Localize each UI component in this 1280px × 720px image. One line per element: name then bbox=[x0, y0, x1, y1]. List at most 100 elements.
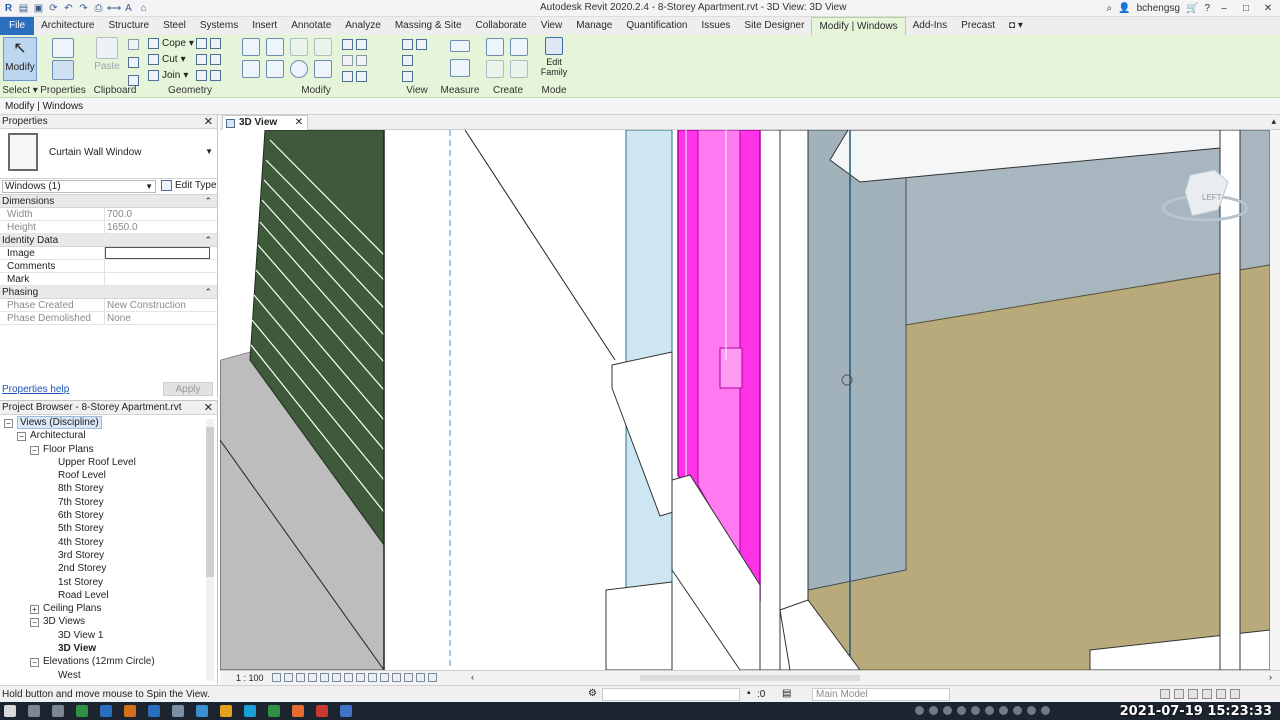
app-icon-5[interactable] bbox=[172, 705, 184, 717]
shadows-icon[interactable] bbox=[308, 673, 317, 682]
modify-button[interactable]: ↖ Modify bbox=[3, 37, 37, 81]
tree-3d-view[interactable]: 3D View bbox=[0, 642, 206, 655]
app-icon-3[interactable] bbox=[124, 705, 136, 717]
visual-style-icon[interactable] bbox=[284, 673, 293, 682]
sync-icon[interactable]: ⟳ bbox=[47, 2, 60, 15]
view-tools-row-1[interactable] bbox=[402, 39, 427, 50]
browser-scrollbar[interactable] bbox=[206, 419, 214, 681]
type-dropdown-icon[interactable]: ▼ bbox=[205, 147, 213, 156]
properties-help-link[interactable]: Properties help bbox=[2, 384, 69, 395]
tree-3rd-storey[interactable]: 3rd Storey bbox=[0, 549, 206, 562]
tree-views-discipline[interactable]: − Views (Discipline) bbox=[0, 416, 206, 429]
tree-2nd-storey[interactable]: 2nd Storey bbox=[0, 562, 206, 575]
offset-icon[interactable] bbox=[266, 38, 284, 56]
revit-logo-icon[interactable]: R bbox=[2, 2, 15, 15]
tree-3d-views[interactable]: −3D Views bbox=[0, 615, 206, 628]
tab-site-designer[interactable]: Site Designer bbox=[737, 17, 811, 35]
search-icon[interactable]: ⌕ bbox=[1107, 3, 1113, 14]
lock-view-icon[interactable] bbox=[356, 673, 365, 682]
drag-elements-icon[interactable] bbox=[1216, 689, 1226, 699]
section-phasing[interactable]: Phasing ⌃ bbox=[0, 286, 217, 299]
tray-icon[interactable] bbox=[1041, 706, 1050, 715]
help-icon[interactable]: ? bbox=[1204, 3, 1210, 14]
render-icon[interactable] bbox=[320, 673, 329, 682]
analysis-display-icon[interactable] bbox=[404, 673, 413, 682]
sun-path-icon[interactable] bbox=[296, 673, 305, 682]
create-parts-icon[interactable] bbox=[510, 38, 528, 56]
app-icon-6[interactable] bbox=[196, 705, 208, 717]
design-option-select[interactable]: Main Model bbox=[812, 688, 950, 701]
join-button[interactable]: Join ▾ bbox=[148, 70, 188, 81]
scroll-left-icon[interactable]: ‹ bbox=[471, 672, 474, 682]
tray-icon[interactable] bbox=[999, 706, 1008, 715]
tab-analyze[interactable]: Analyze bbox=[338, 17, 388, 35]
tab-systems[interactable]: Systems bbox=[193, 17, 245, 35]
filter-icon[interactable] bbox=[1230, 689, 1240, 699]
measure-icon[interactable]: ⟷ bbox=[107, 2, 121, 15]
tree-4th-storey[interactable]: 4th Storey bbox=[0, 536, 206, 549]
scroll-right-icon[interactable]: › bbox=[1269, 672, 1272, 682]
dimension-icon[interactable] bbox=[450, 59, 470, 77]
select-links-icon[interactable] bbox=[1160, 689, 1170, 699]
tray-icon[interactable] bbox=[915, 706, 924, 715]
tree-7th-storey[interactable]: 7th Storey bbox=[0, 496, 206, 509]
mirror-axis-icon[interactable] bbox=[290, 38, 308, 56]
design-options-icon[interactable]: ▤ bbox=[782, 688, 791, 699]
reveal-hidden-icon[interactable] bbox=[380, 673, 389, 682]
view-tabs-menu-icon[interactable]: ▴ bbox=[1271, 116, 1276, 127]
tab-steel[interactable]: Steel bbox=[156, 17, 193, 35]
app-icon-10[interactable] bbox=[316, 705, 328, 717]
measure-between-icon[interactable] bbox=[450, 40, 470, 52]
select-by-face-icon[interactable] bbox=[1202, 689, 1212, 699]
comments-field[interactable] bbox=[105, 260, 217, 272]
app-icon-8[interactable] bbox=[268, 705, 280, 717]
tab-architecture[interactable]: Architecture bbox=[34, 17, 101, 35]
tab-quantification[interactable]: Quantification bbox=[619, 17, 694, 35]
highlight-displacement-icon[interactable] bbox=[416, 673, 425, 682]
text-icon[interactable]: A bbox=[122, 2, 135, 15]
select-panel-label[interactable]: Select ▾ bbox=[0, 85, 40, 96]
close-view-tab-icon[interactable]: ✕ bbox=[295, 116, 303, 130]
properties-palette-icon[interactable] bbox=[52, 60, 74, 80]
3d-view-canvas[interactable]: LEFT bbox=[220, 130, 1270, 670]
tray-icon[interactable] bbox=[943, 706, 952, 715]
paste-button[interactable]: Paste bbox=[90, 37, 124, 81]
tree-6th-storey[interactable]: 6th Storey bbox=[0, 509, 206, 522]
tray-icon[interactable] bbox=[929, 706, 938, 715]
worksets-icon[interactable]: ⚙ bbox=[588, 688, 597, 699]
3d-view-icon[interactable]: ⌂ bbox=[137, 2, 150, 15]
modify-small-row-2[interactable] bbox=[342, 55, 367, 66]
modify-small-row-3[interactable] bbox=[342, 71, 367, 82]
search-icon[interactable] bbox=[28, 705, 40, 717]
image-field[interactable] bbox=[105, 247, 210, 259]
select-pinned-icon[interactable] bbox=[1188, 689, 1198, 699]
tab-view[interactable]: View bbox=[534, 17, 570, 35]
tab-file[interactable]: File bbox=[0, 17, 35, 35]
user-icon[interactable]: 👤 bbox=[1118, 3, 1130, 14]
copy-clip-icon[interactable] bbox=[128, 57, 139, 68]
tab-issues[interactable]: Issues bbox=[695, 17, 738, 35]
tray-icon[interactable] bbox=[985, 706, 994, 715]
rotate-icon[interactable] bbox=[290, 60, 308, 78]
browser-close-icon[interactable]: ✕ bbox=[204, 401, 213, 415]
tree-8th-storey[interactable]: 8th Storey bbox=[0, 482, 206, 495]
horizontal-scroll-thumb[interactable] bbox=[640, 675, 860, 681]
view-scale[interactable]: 1 : 100 bbox=[236, 673, 264, 683]
start-icon[interactable] bbox=[4, 705, 16, 717]
close-button[interactable]: ✕ bbox=[1260, 3, 1276, 14]
tab-precast[interactable]: Precast bbox=[954, 17, 1002, 35]
move-icon[interactable] bbox=[242, 60, 260, 78]
select-underlay-icon[interactable] bbox=[1174, 689, 1184, 699]
edit-type-button[interactable]: Edit Type bbox=[161, 180, 217, 191]
maximize-button[interactable]: □ bbox=[1238, 3, 1254, 14]
tree-1st-storey[interactable]: 1st Storey bbox=[0, 576, 206, 589]
chrome-icon[interactable] bbox=[220, 705, 232, 717]
copy-icon[interactable] bbox=[266, 60, 284, 78]
ribbon-options-icon[interactable]: ◘ ▾ bbox=[1002, 17, 1030, 35]
user-name[interactable]: bchengsg bbox=[1137, 3, 1180, 14]
tree-architectural[interactable]: − Architectural bbox=[0, 429, 206, 442]
tree-ceiling-plans[interactable]: + Ceiling Plans bbox=[0, 602, 206, 615]
tray-icon[interactable] bbox=[971, 706, 980, 715]
geometry-tools-row-2[interactable] bbox=[196, 54, 221, 65]
tree-floor-plans[interactable]: − Floor Plans bbox=[0, 443, 206, 456]
